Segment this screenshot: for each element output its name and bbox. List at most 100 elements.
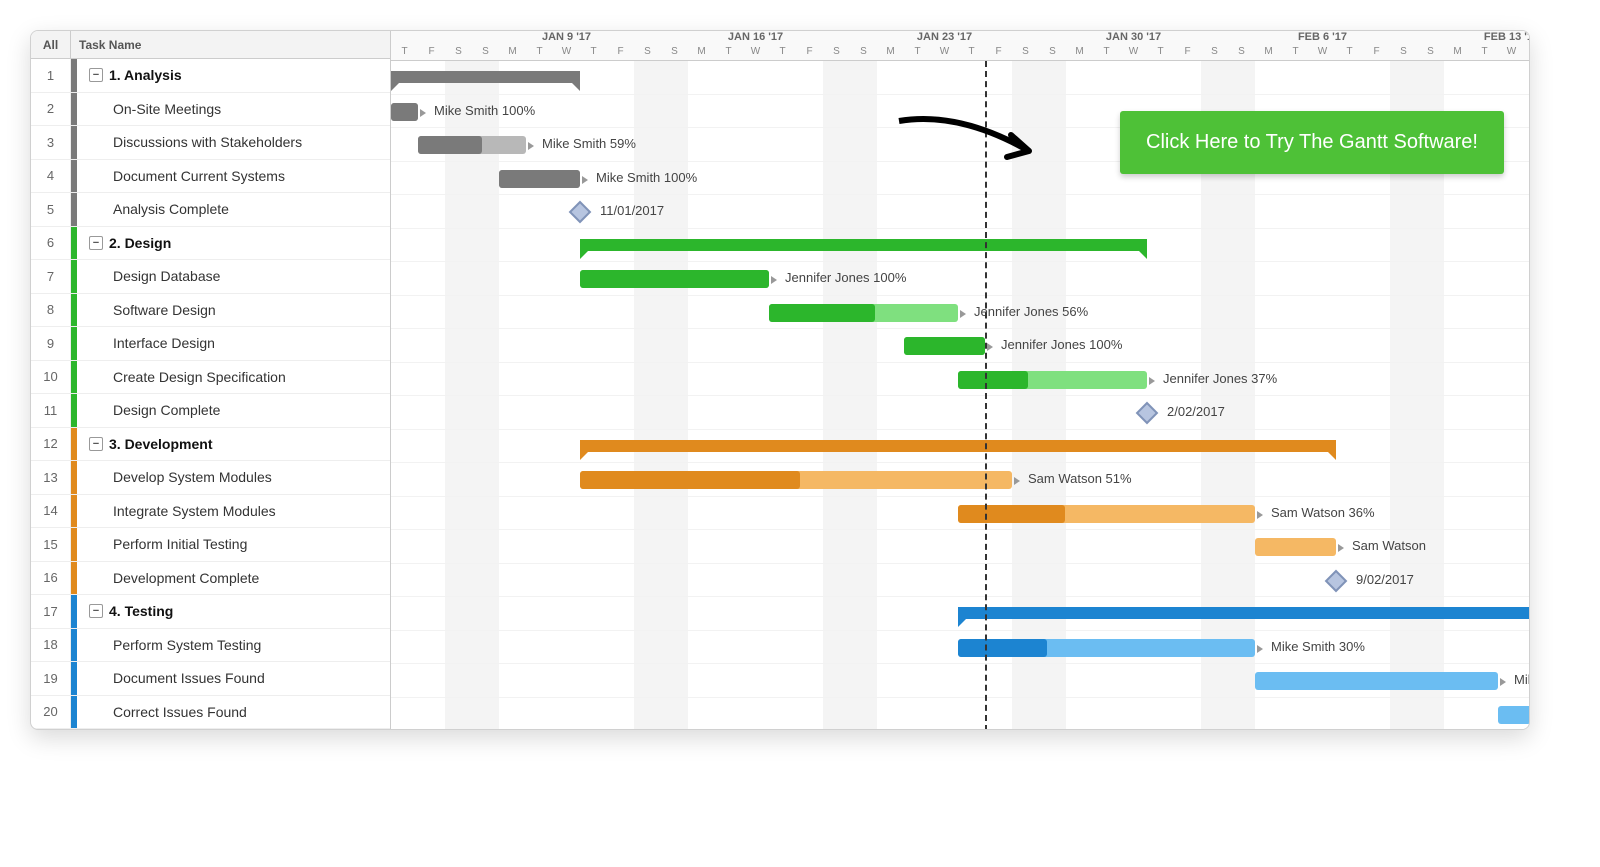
cta-button[interactable]: Click Here to Try The Gantt Software! xyxy=(1120,111,1504,174)
task-bar[interactable] xyxy=(580,471,1012,489)
day-letter: T xyxy=(1336,46,1363,61)
day-letter: T xyxy=(1093,46,1120,61)
task-row[interactable]: 16Development Complete xyxy=(31,562,390,596)
task-bar-label: Mike Smith 100% xyxy=(434,103,535,118)
task-name-cell[interactable]: Development Complete xyxy=(77,562,390,595)
task-bar[interactable] xyxy=(958,639,1255,657)
task-bar[interactable] xyxy=(580,270,769,288)
task-name-cell[interactable]: Document Current Systems xyxy=(77,160,390,193)
task-number: 11 xyxy=(31,394,71,427)
day-letter: S xyxy=(445,46,472,61)
task-row[interactable]: 2On-Site Meetings xyxy=(31,93,390,127)
task-row[interactable]: 6−2. Design xyxy=(31,227,390,261)
summary-bar[interactable] xyxy=(391,71,580,83)
task-row[interactable]: 14Integrate System Modules xyxy=(31,495,390,529)
task-bar-label: Mike Smith 30% xyxy=(1271,639,1365,654)
task-name-cell[interactable]: Analysis Complete xyxy=(77,193,390,226)
day-letter: F xyxy=(607,46,634,61)
day-letter: W xyxy=(1309,46,1336,61)
task-number: 20 xyxy=(31,696,71,729)
column-header-all[interactable]: All xyxy=(31,31,71,58)
collapse-toggle[interactable]: − xyxy=(89,236,103,250)
task-name-cell[interactable]: Design Database xyxy=(77,260,390,293)
milestone-date-label: 9/02/2017 xyxy=(1356,572,1414,587)
task-bar[interactable] xyxy=(1255,672,1498,690)
dependency-arrow-icon xyxy=(1149,377,1155,385)
task-name-label: Correct Issues Found xyxy=(113,704,247,720)
day-letter: T xyxy=(1525,46,1529,61)
task-row[interactable]: 12−3. Development xyxy=(31,428,390,462)
task-row[interactable]: 11Design Complete xyxy=(31,394,390,428)
task-row[interactable]: 7Design Database xyxy=(31,260,390,294)
task-name-cell[interactable]: Design Complete xyxy=(77,394,390,427)
task-bar[interactable] xyxy=(418,136,526,154)
task-name-cell[interactable]: Develop System Modules xyxy=(77,461,390,494)
task-row[interactable]: 1−1. Analysis xyxy=(31,59,390,93)
task-row[interactable]: 20 Correct Issues Found xyxy=(31,696,390,730)
task-name-label: Perform System Testing xyxy=(113,637,261,653)
dependency-arrow-icon xyxy=(1500,678,1506,686)
day-letter: T xyxy=(526,46,553,61)
task-row[interactable]: 5Analysis Complete xyxy=(31,193,390,227)
task-name-cell[interactable]: Correct Issues Found xyxy=(77,696,390,729)
task-list-header: All Task Name xyxy=(31,31,390,59)
week-label: JAN 16 '17 xyxy=(661,31,850,46)
task-number: 9 xyxy=(31,327,71,360)
task-bar[interactable] xyxy=(769,304,958,322)
task-name-label: Design Database xyxy=(113,268,220,284)
task-name-cell[interactable]: −1. Analysis xyxy=(77,59,390,92)
task-name-cell[interactable]: Perform Initial Testing xyxy=(77,528,390,561)
task-row[interactable]: 8Software Design xyxy=(31,294,390,328)
task-name-cell[interactable]: Software Design xyxy=(77,294,390,327)
day-letter: T xyxy=(958,46,985,61)
task-row[interactable]: 19Document Issues Found xyxy=(31,662,390,696)
task-name-cell[interactable]: On-Site Meetings xyxy=(77,93,390,126)
task-bar[interactable] xyxy=(391,103,418,121)
task-row[interactable]: 10Create Design Specification xyxy=(31,361,390,395)
task-row[interactable]: 17−4. Testing xyxy=(31,595,390,629)
milestone-date-label: 11/01/2017 xyxy=(600,203,664,218)
task-name-cell[interactable]: −3. Development xyxy=(77,428,390,461)
task-bar[interactable] xyxy=(1498,706,1529,724)
collapse-toggle[interactable]: − xyxy=(89,437,103,451)
task-name-cell[interactable]: −2. Design xyxy=(77,227,390,260)
task-row[interactable]: 18Perform System Testing xyxy=(31,629,390,663)
day-letter: T xyxy=(1471,46,1498,61)
day-letter: S xyxy=(472,46,499,61)
task-bar[interactable] xyxy=(904,337,985,355)
summary-bar[interactable] xyxy=(580,440,1336,452)
day-letter: M xyxy=(1444,46,1471,61)
task-row[interactable]: 15Perform Initial Testing xyxy=(31,528,390,562)
task-name-cell[interactable]: Integrate System Modules xyxy=(77,495,390,528)
task-bar[interactable] xyxy=(499,170,580,188)
summary-bar[interactable] xyxy=(580,239,1147,251)
task-name-label: Document Issues Found xyxy=(113,670,265,686)
day-letter: F xyxy=(985,46,1012,61)
task-name-cell[interactable]: Document Issues Found xyxy=(77,662,390,695)
task-bar-label: Jennifer Jones 100% xyxy=(785,270,906,285)
task-name-cell[interactable]: Create Design Specification xyxy=(77,361,390,394)
summary-bar[interactable] xyxy=(958,607,1529,619)
day-letter: F xyxy=(1363,46,1390,61)
collapse-toggle[interactable]: − xyxy=(89,604,103,618)
task-name-cell[interactable]: Interface Design xyxy=(77,327,390,360)
task-name-cell[interactable]: Discussions with Stakeholders xyxy=(77,126,390,159)
task-row[interactable]: 13Develop System Modules xyxy=(31,461,390,495)
day-letter: S xyxy=(850,46,877,61)
task-bar[interactable] xyxy=(958,505,1255,523)
day-letter: T xyxy=(1282,46,1309,61)
task-bar-label: Mike Smith 59% xyxy=(542,136,636,151)
task-name-label: Analysis Complete xyxy=(113,201,229,217)
task-bar[interactable] xyxy=(1255,538,1336,556)
day-letter: F xyxy=(1174,46,1201,61)
task-row[interactable]: 4Document Current Systems xyxy=(31,160,390,194)
task-name-cell[interactable]: −4. Testing xyxy=(77,595,390,628)
week-label: FEB 6 '17 xyxy=(1228,31,1417,46)
task-row[interactable]: 3Discussions with Stakeholders xyxy=(31,126,390,160)
column-header-task-name[interactable]: Task Name xyxy=(71,31,390,58)
collapse-toggle[interactable]: − xyxy=(89,68,103,82)
task-row[interactable]: 9Interface Design xyxy=(31,327,390,361)
task-name-cell[interactable]: Perform System Testing xyxy=(77,629,390,662)
task-name-label: 2. Design xyxy=(109,235,171,251)
task-bar-label: Mike Smith 100% xyxy=(596,170,697,185)
